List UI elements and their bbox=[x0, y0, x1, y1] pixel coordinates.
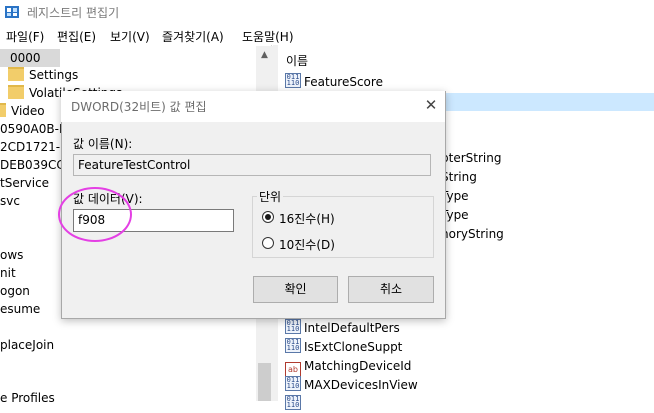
cancel-button[interactable]: 취소 bbox=[348, 276, 434, 303]
folder-icon bbox=[8, 85, 24, 99]
list-item[interactable]: noryString bbox=[441, 225, 504, 243]
window-title: 레지스트리 편집기 bbox=[27, 6, 120, 20]
tree-item-init[interactable]: nit bbox=[0, 264, 16, 282]
close-icon[interactable]: ✕ bbox=[422, 95, 440, 115]
value-name-label: 값 이름(N): bbox=[73, 137, 133, 151]
list-item[interactable]: String bbox=[441, 168, 477, 186]
tree-item-profiles[interactable]: e Profiles bbox=[0, 389, 55, 407]
dialog-title: DWORD(32비트) 값 편집 bbox=[71, 100, 207, 114]
folder-icon bbox=[8, 67, 24, 81]
menu-view[interactable]: 보기(V) bbox=[110, 28, 150, 45]
list-item[interactable]: 011 110 IsExtCloneSuppt bbox=[285, 338, 402, 356]
tree-item-resume[interactable]: esume bbox=[0, 300, 40, 318]
highlight-annotation-ellipse bbox=[58, 187, 132, 242]
value-name-field: FeatureTestControl bbox=[73, 154, 431, 176]
menu-file[interactable]: 파일(F) bbox=[6, 28, 44, 45]
binary-value-icon: 011 110 bbox=[285, 395, 301, 410]
tree-item-settings[interactable]: Settings bbox=[8, 66, 78, 84]
list-item[interactable]: 011 110 bbox=[285, 395, 304, 413]
tree-item-service[interactable]: tService bbox=[0, 174, 49, 192]
column-header-name[interactable]: 이름 bbox=[286, 52, 308, 69]
tree-item-guid-2[interactable]: 2CD1721-2 bbox=[0, 138, 68, 156]
binary-value-icon: 011 110 bbox=[285, 319, 301, 334]
tree-item-windows[interactable]: ows bbox=[0, 246, 23, 264]
folder-icon bbox=[0, 103, 6, 117]
tree-item-0000[interactable]: 0000 bbox=[0, 49, 60, 67]
menu-edit[interactable]: 편집(E) bbox=[57, 28, 96, 45]
ok-button[interactable]: 확인 bbox=[253, 276, 338, 303]
hex-radio-label[interactable]: 16진수(H) bbox=[279, 210, 335, 227]
hex-radio[interactable] bbox=[262, 211, 274, 223]
tree-item-svc[interactable]: svc bbox=[0, 192, 20, 210]
decimal-radio[interactable] bbox=[262, 237, 274, 249]
menu-help[interactable]: 도움말(H) bbox=[242, 28, 294, 45]
radio-selected-dot bbox=[265, 214, 271, 220]
base-group-label: 단위 bbox=[257, 188, 284, 205]
scroll-up-arrow-icon[interactable]: ▲ bbox=[256, 46, 273, 63]
tree-item-placejoin[interactable]: placeJoin bbox=[0, 336, 54, 354]
list-item[interactable]: 011 110 MAXDevicesInView bbox=[285, 376, 418, 394]
tree-item-guid-1[interactable]: 0590A0B-D bbox=[0, 120, 68, 138]
list-item[interactable]: 011 110 FeatureScore bbox=[285, 73, 383, 91]
binary-value-icon: 011 110 bbox=[285, 338, 301, 353]
tree-item-logon[interactable]: ogon bbox=[0, 282, 30, 300]
tree-item-video[interactable]: Video bbox=[0, 102, 45, 120]
menu-bar bbox=[0, 26, 654, 46]
tree-scrollbar-thumb[interactable] bbox=[258, 363, 271, 401]
binary-value-icon: 011 110 bbox=[285, 376, 301, 391]
list-item[interactable]: ab MatchingDeviceId bbox=[285, 357, 411, 377]
string-value-icon: ab bbox=[285, 362, 301, 377]
binary-value-icon: 011 110 bbox=[285, 73, 301, 88]
menu-favorites[interactable]: 즐겨찾기(A) bbox=[162, 28, 224, 45]
decimal-radio-label[interactable]: 10진수(D) bbox=[279, 236, 335, 253]
list-item[interactable]: 011 110 IntelDefaultPers bbox=[285, 319, 400, 337]
regedit-app-icon bbox=[5, 6, 19, 18]
list-item[interactable]: pterString bbox=[441, 149, 501, 167]
